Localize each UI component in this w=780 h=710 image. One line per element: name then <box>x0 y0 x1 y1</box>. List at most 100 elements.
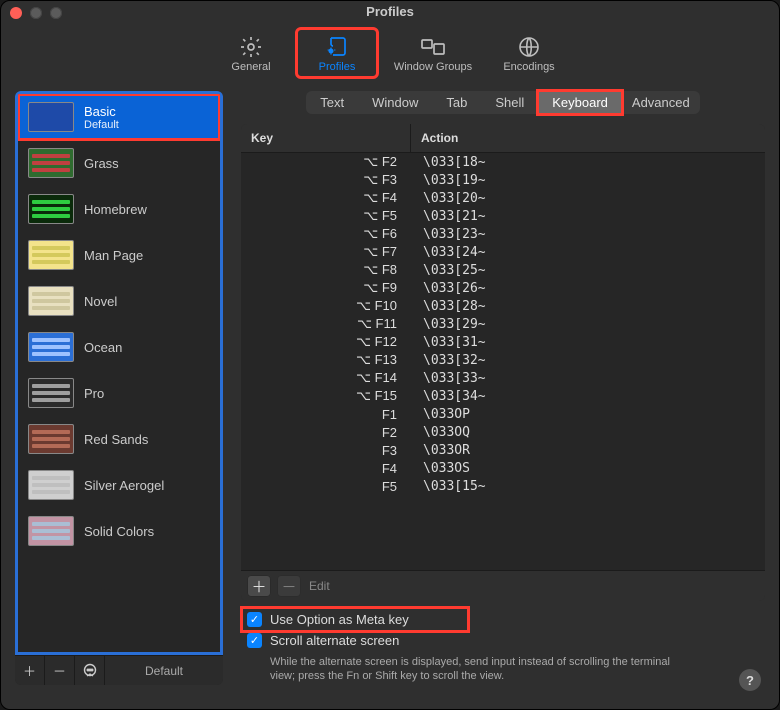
profile-name-label: Pro <box>84 386 104 401</box>
table-row[interactable]: ⌥ F8\033[25~ <box>241 261 765 279</box>
table-row[interactable]: ⌥ F15\033[34~ <box>241 387 765 405</box>
toolbar-general[interactable]: General <box>211 29 291 77</box>
add-profile-button[interactable]: ＋ <box>15 656 45 686</box>
cell-key: ⌥ F6 <box>241 226 411 242</box>
profile-name-label: Homebrew <box>84 202 147 217</box>
cell-key: ⌥ F4 <box>241 190 411 206</box>
profile-item-homebrew[interactable]: Homebrew <box>18 186 220 232</box>
profile-item-man-page[interactable]: Man Page <box>18 232 220 278</box>
table-row[interactable]: ⌥ F9\033[26~ <box>241 279 765 297</box>
scroll-alternate-label: Scroll alternate screen <box>270 633 399 648</box>
profile-thumbnail <box>28 194 74 224</box>
column-header-key[interactable]: Key <box>241 124 411 152</box>
table-row[interactable]: ⌥ F4\033[20~ <box>241 189 765 207</box>
profile-subtitle: Default <box>84 119 119 131</box>
tab-keyboard[interactable]: Keyboard <box>538 91 622 114</box>
profile-item-grass[interactable]: Grass <box>18 140 220 186</box>
profile-list[interactable]: BasicDefaultGrassHomebrewMan PageNovelOc… <box>15 91 223 655</box>
table-row[interactable]: F2\033OQ <box>241 423 765 441</box>
toolbar-window-groups-label: Window Groups <box>394 61 472 73</box>
table-row[interactable]: ⌥ F6\033[23~ <box>241 225 765 243</box>
table-row[interactable]: F5\033[15~ <box>241 477 765 495</box>
toolbar-encodings[interactable]: Encodings <box>489 29 569 77</box>
cell-key: F2 <box>241 425 411 440</box>
cell-action: \033[32~ <box>411 353 765 368</box>
edit-binding-button[interactable]: Edit <box>309 579 330 593</box>
close-window-button[interactable] <box>10 7 22 19</box>
remove-binding-button[interactable]: － <box>277 575 301 597</box>
tab-shell[interactable]: Shell <box>481 91 538 114</box>
table-row[interactable]: ⌥ F2\033[18~ <box>241 153 765 171</box>
option-meta-row[interactable]: ✓ Use Option as Meta key <box>243 609 467 630</box>
window-groups-icon <box>417 33 449 61</box>
window-controls <box>10 7 62 19</box>
keyboard-options: ✓ Use Option as Meta key ✓ Scroll altern… <box>241 601 765 685</box>
profile-item-ocean[interactable]: Ocean <box>18 324 220 370</box>
cell-action: \033[28~ <box>411 299 765 314</box>
profile-name-label: Basic <box>84 104 119 119</box>
set-default-button[interactable]: Default <box>105 664 223 678</box>
profile-name-label: Man Page <box>84 248 143 263</box>
profile-name-label: Red Sands <box>84 432 148 447</box>
content-area: BasicDefaultGrassHomebrewMan PageNovelOc… <box>1 91 779 699</box>
profile-item-silver-aerogel[interactable]: Silver Aerogel <box>18 462 220 508</box>
zoom-window-button[interactable] <box>50 7 62 19</box>
toolbar-profiles[interactable]: Profiles <box>297 29 377 77</box>
cell-key: ⌥ F7 <box>241 244 411 260</box>
table-row[interactable]: ⌥ F5\033[21~ <box>241 207 765 225</box>
toolbar-profiles-label: Profiles <box>319 61 356 73</box>
toolbar-window-groups[interactable]: Window Groups <box>383 29 483 77</box>
minimize-window-button[interactable] <box>30 7 42 19</box>
cell-action: \033OR <box>411 443 765 458</box>
cell-action: \033[33~ <box>411 371 765 386</box>
tab-text[interactable]: Text <box>306 91 358 114</box>
profiles-icon <box>321 33 353 61</box>
tab-window[interactable]: Window <box>358 91 432 114</box>
preferences-toolbar: General Profiles Window Groups Encodings <box>1 23 779 91</box>
cell-action: \033[31~ <box>411 335 765 350</box>
tab-tab[interactable]: Tab <box>432 91 481 114</box>
profile-item-basic[interactable]: BasicDefault <box>18 94 220 140</box>
profile-thumbnail <box>28 516 74 546</box>
titlebar: Profiles <box>1 1 779 23</box>
remove-profile-button[interactable]: － <box>45 656 75 686</box>
table-row[interactable]: F3\033OR <box>241 441 765 459</box>
cell-action: \033[21~ <box>411 209 765 224</box>
window-title: Profiles <box>366 4 414 19</box>
table-row[interactable]: ⌥ F13\033[32~ <box>241 351 765 369</box>
scroll-alternate-row[interactable]: ✓ Scroll alternate screen <box>243 630 763 651</box>
cell-key: ⌥ F9 <box>241 280 411 296</box>
profile-item-red-sands[interactable]: Red Sands <box>18 416 220 462</box>
option-meta-label: Use Option as Meta key <box>270 612 409 627</box>
keyboard-bindings-table: Key Action ⌥ F2\033[18~⌥ F3\033[19~⌥ F4\… <box>241 124 765 601</box>
profile-thumbnail <box>28 286 74 316</box>
profile-item-pro[interactable]: Pro <box>18 370 220 416</box>
table-row[interactable]: ⌥ F12\033[31~ <box>241 333 765 351</box>
profile-item-solid-colors[interactable]: Solid Colors <box>18 508 220 554</box>
column-header-action[interactable]: Action <box>411 124 765 152</box>
cell-key: ⌥ F12 <box>241 334 411 350</box>
table-row[interactable]: ⌥ F10\033[28~ <box>241 297 765 315</box>
profiles-sidebar: BasicDefaultGrassHomebrewMan PageNovelOc… <box>15 91 223 685</box>
table-row[interactable]: ⌥ F3\033[19~ <box>241 171 765 189</box>
cell-key: ⌥ F2 <box>241 154 411 170</box>
cell-key: ⌥ F15 <box>241 388 411 404</box>
cell-key: F4 <box>241 461 411 476</box>
cell-key: ⌥ F14 <box>241 370 411 386</box>
table-row[interactable]: F4\033OS <box>241 459 765 477</box>
cell-action: \033[26~ <box>411 281 765 296</box>
table-row[interactable]: ⌥ F7\033[24~ <box>241 243 765 261</box>
table-body[interactable]: ⌥ F2\033[18~⌥ F3\033[19~⌥ F4\033[20~⌥ F5… <box>241 153 765 570</box>
cell-action: \033[20~ <box>411 191 765 206</box>
tab-advanced[interactable]: Advanced <box>622 91 700 114</box>
sidebar-footer: ＋ － Default <box>15 655 223 685</box>
profile-actions-menu[interactable] <box>75 656 105 686</box>
cell-action: \033[19~ <box>411 173 765 188</box>
table-row[interactable]: ⌥ F14\033[33~ <box>241 369 765 387</box>
help-button[interactable]: ? <box>739 669 761 691</box>
profile-item-novel[interactable]: Novel <box>18 278 220 324</box>
table-row[interactable]: F1\033OP <box>241 405 765 423</box>
table-row[interactable]: ⌥ F11\033[29~ <box>241 315 765 333</box>
profile-name-label: Novel <box>84 294 117 309</box>
add-binding-button[interactable]: ＋ <box>247 575 271 597</box>
